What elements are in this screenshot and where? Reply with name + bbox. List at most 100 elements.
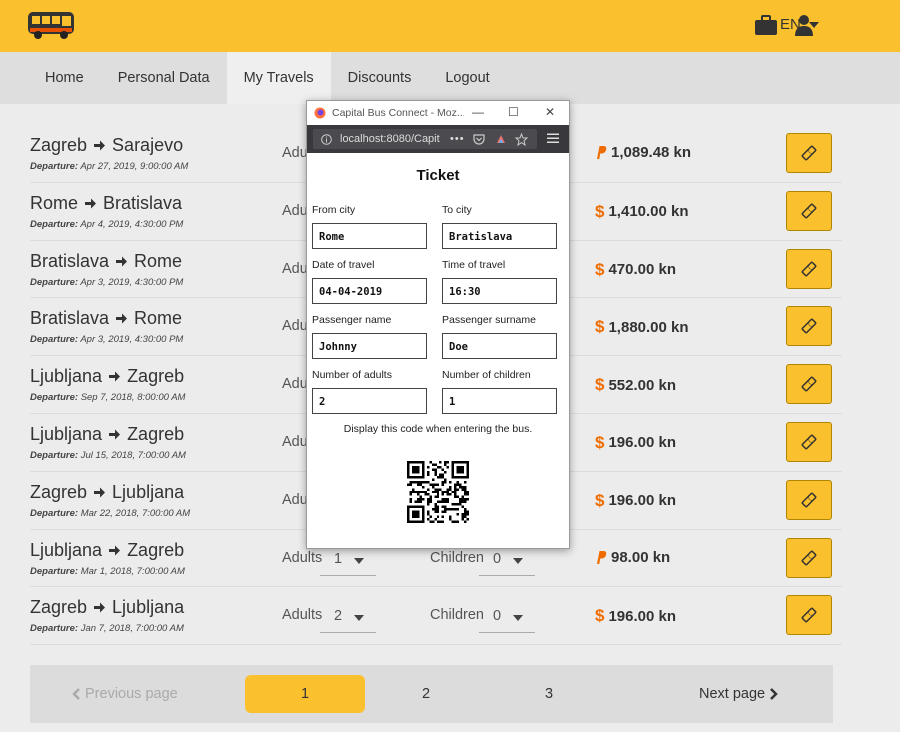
next-page-label: Next page (699, 686, 766, 702)
price: $1,880.00 kn (595, 317, 689, 337)
nav-personal-data[interactable]: Personal Data (101, 52, 227, 104)
departure-time: Apr 27, 2019, 9:00:00 AM (80, 161, 189, 172)
route-from: Zagreb (30, 135, 88, 155)
view-ticket-button[interactable] (786, 421, 832, 462)
to-city-field[interactable]: Bratislava (442, 223, 557, 249)
url-text: localhost:8080/Capit (340, 133, 440, 145)
departure-time: Apr 3, 2019, 4:30:00 PM (80, 334, 184, 346)
price-value: 1,880.00 kn (608, 318, 689, 336)
departure-label: Departure: (30, 565, 79, 577)
chevron-left-icon (72, 688, 80, 700)
page-1-button[interactable]: 1 (245, 675, 365, 713)
bus-logo-icon[interactable] (24, 8, 80, 42)
price-value: 98.00 kn (611, 548, 671, 566)
qr-code-icon (407, 461, 469, 523)
price: $196.00 kn (595, 606, 676, 626)
view-ticket-button[interactable] (786, 479, 832, 520)
passenger-name-field[interactable]: Johnny (312, 333, 427, 359)
ticket-icon (801, 492, 817, 508)
price: $470.00 kn (595, 260, 676, 280)
view-ticket-button[interactable] (786, 190, 832, 231)
arrow-right-icon (94, 602, 106, 613)
bookmark-star-icon[interactable] (514, 132, 528, 146)
adults-value: 1 (334, 550, 343, 567)
route-to: Sarajevo (112, 135, 184, 155)
info-icon[interactable] (321, 133, 332, 145)
children-value: 0 (493, 550, 502, 567)
view-ticket-button[interactable] (786, 595, 832, 636)
departure-info: Departure: Jul 15, 2018, 7:00:00 AM (30, 450, 186, 461)
children-select[interactable]: 0 (479, 546, 535, 576)
briefcase-icon[interactable] (754, 14, 778, 36)
nav-logout[interactable]: Logout (428, 52, 506, 104)
adults-select[interactable]: 1 (320, 546, 376, 576)
route: Ljubljana Zagreb (30, 424, 184, 445)
language-select[interactable]: EN (780, 16, 819, 33)
from-city-field[interactable]: Rome (312, 223, 427, 249)
departure-label: Departure: (30, 334, 79, 346)
departure-info: Departure: Apr 27, 2019, 9:00:00 AM (30, 161, 188, 172)
view-ticket-button[interactable] (786, 537, 832, 578)
travel-row: Zagreb Ljubljana Departure: Jan 7, 2018, 7… (30, 587, 842, 646)
ticket-icon (801, 145, 817, 161)
route: Bratislava Rome (30, 308, 182, 329)
ticket-popup-window: Capital Bus Connect - Moz... — ☐ ✕ local… (306, 100, 570, 549)
hamburger-menu-icon[interactable] (547, 132, 559, 144)
page-3-button[interactable]: 3 (545, 665, 553, 723)
dollar-icon: $ (595, 317, 605, 337)
price-value: 196.00 kn (608, 434, 677, 452)
arrow-right-icon (94, 140, 106, 151)
ticket-icon (801, 203, 817, 219)
ticket-icon (801, 261, 817, 277)
departure-time: Mar 1, 2018, 7:00:00 AM (80, 565, 185, 577)
url-field[interactable]: localhost:8080/Capit ••• (313, 129, 537, 149)
time-label: Time of travel (442, 259, 506, 271)
minimize-icon[interactable]: — (472, 105, 484, 119)
route: Zagreb Ljubljana (30, 482, 184, 503)
departure-label: Departure: (30, 449, 79, 461)
maximize-icon[interactable]: ☐ (508, 105, 519, 119)
view-ticket-button[interactable] (786, 248, 832, 289)
ticket-icon (801, 607, 817, 623)
date-field[interactable]: 04-04-2019 (312, 278, 427, 304)
departure-time: Apr 3, 2019, 4:30:00 PM (80, 276, 184, 288)
passenger-surname-field[interactable]: Doe (442, 333, 557, 359)
view-ticket-button[interactable] (786, 133, 832, 173)
price-value: 552.00 kn (608, 376, 677, 394)
date-label: Date of travel (312, 259, 375, 271)
children-count-field[interactable]: 1 (442, 388, 557, 414)
view-ticket-button[interactable] (786, 364, 832, 405)
children-label: Children (430, 607, 484, 624)
view-ticket-button[interactable] (786, 306, 832, 347)
children-value: 0 (493, 608, 502, 625)
next-page-button[interactable]: Next page (699, 665, 778, 723)
close-icon[interactable]: ✕ (545, 105, 555, 119)
language-label: EN (780, 16, 801, 33)
departure-label: Departure: (30, 392, 79, 404)
nav-home[interactable]: Home (0, 52, 101, 104)
adults-select[interactable]: 2 (320, 603, 376, 634)
previous-page-button[interactable]: Previous page (72, 665, 178, 723)
extension-icon[interactable] (495, 133, 507, 145)
departure-time: Jan 7, 2018, 7:00:00 AM (80, 623, 184, 635)
adults-label: Adults (282, 607, 323, 624)
route-from: Ljubljana (30, 366, 103, 387)
route-from: Bratislava (30, 250, 110, 271)
adults-value: 2 (334, 608, 343, 625)
pocket-icon[interactable] (472, 133, 485, 145)
page-2-button[interactable]: 2 (422, 665, 430, 723)
departure-info: Departure: Sep 7, 2018, 8:00:00 AM (30, 392, 185, 403)
route: Bratislava Rome (30, 251, 182, 272)
dollar-icon: $ (595, 375, 605, 395)
children-select[interactable]: 0 (479, 603, 535, 634)
dollar-icon: $ (595, 432, 605, 452)
firefox-icon (314, 107, 326, 119)
route-to: Bratislava (103, 192, 183, 213)
adults-count-field[interactable]: 2 (312, 388, 427, 414)
nav-my-travels[interactable]: My Travels (226, 52, 331, 104)
price-value: 1,410.00 kn (608, 203, 689, 221)
nav-discounts[interactable]: Discounts (331, 52, 429, 104)
time-field[interactable]: 16:30 (442, 278, 557, 304)
page-actions-icon[interactable]: ••• (450, 133, 465, 145)
adults-label: Adults (282, 549, 323, 566)
